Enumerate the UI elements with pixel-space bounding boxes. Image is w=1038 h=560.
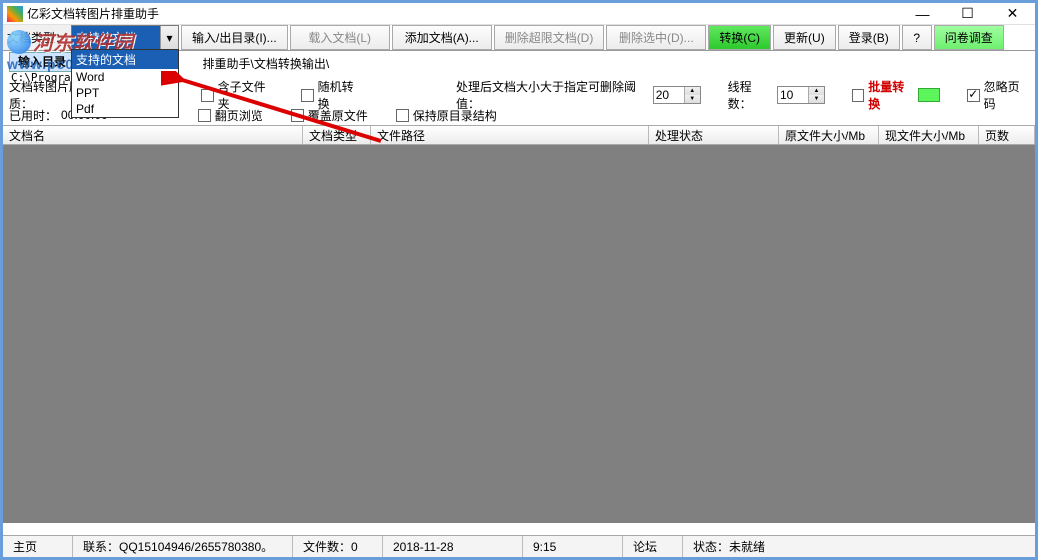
batch-indicator-icon — [918, 88, 941, 102]
keep-struct-checkbox[interactable] — [396, 109, 409, 122]
col-pages[interactable]: 页数 — [979, 126, 1035, 144]
col-name[interactable]: 文档名 — [3, 126, 303, 144]
spin-up-icon[interactable]: ▲ — [808, 87, 824, 95]
doc-type-label: 文档类型： — [3, 25, 71, 50]
delete-selected-button[interactable]: 删除选中(D)... — [606, 25, 706, 50]
chevron-down-icon[interactable]: ▾ — [160, 26, 178, 49]
convert-button[interactable]: 转换(C) — [708, 25, 771, 50]
status-time: 9:15 — [523, 536, 623, 557]
ignore-page-label: 忽略页码 — [984, 78, 1029, 112]
io-dir-button[interactable]: 输入/出目录(I)... — [181, 25, 288, 50]
login-button[interactable]: 登录(B) — [838, 25, 900, 50]
doc-type-dropdown[interactable]: 支持的文档 ▾ 支持的文档 Word PPT Pdf — [71, 25, 179, 50]
input-dir-label[interactable]: 输入目录 — [9, 52, 75, 72]
app-icon — [7, 6, 23, 22]
titlebar: 亿彩文档转图片排重助手 — ☐ ✕ — [3, 3, 1035, 25]
col-type[interactable]: 文档类型 — [303, 126, 371, 144]
subfolder-checkbox[interactable] — [201, 89, 213, 102]
close-button[interactable]: ✕ — [990, 3, 1035, 25]
table-header: 文档名 文档类型 文件路径 处理状态 原文件大小/Mb 现文件大小/Mb 页数 — [3, 125, 1035, 145]
overwrite-label: 覆盖原文件 — [308, 107, 368, 124]
spin-up-icon[interactable]: ▲ — [684, 87, 700, 95]
delete-oversize-button[interactable]: 删除超限文档(D) — [494, 25, 605, 50]
table-body[interactable] — [3, 145, 1035, 523]
random-conv-checkbox[interactable] — [301, 89, 313, 102]
status-file-count: 文件数：0 — [293, 536, 383, 557]
size-threshold-spinner[interactable]: 20 ▲▼ — [653, 86, 701, 104]
output-path-suffix: 排重助手\文档转换输出\ — [202, 55, 329, 72]
batch-conv-checkbox[interactable] — [852, 89, 864, 102]
dropdown-item[interactable]: Pdf — [72, 101, 178, 117]
col-orig-size[interactable]: 原文件大小/Mb — [779, 126, 879, 144]
help-button[interactable]: ? — [902, 25, 932, 50]
add-docs-button[interactable]: 添加文档(A)... — [392, 25, 492, 50]
window-title: 亿彩文档转图片排重助手 — [27, 5, 900, 22]
status-date: 2018-11-28 — [383, 536, 523, 557]
dropdown-selected: 支持的文档 — [72, 26, 160, 49]
toolbar: 文档类型： 支持的文档 ▾ 支持的文档 Word PPT Pdf 输入/出目录(… — [3, 25, 1035, 51]
maximize-button[interactable]: ☐ — [945, 3, 990, 25]
status-state: 状态：未就绪 — [683, 536, 1035, 557]
dropdown-list: 支持的文档 Word PPT Pdf — [71, 49, 179, 118]
spin-down-icon[interactable]: ▼ — [684, 95, 700, 103]
app-window: 亿彩文档转图片排重助手 — ☐ ✕ 河东软件园 www.pc0359.cn 文档… — [0, 0, 1038, 560]
keep-struct-label: 保持原目录结构 — [413, 107, 497, 124]
minimize-button[interactable]: — — [900, 3, 945, 25]
size-threshold-value[interactable]: 20 — [654, 87, 684, 103]
load-docs-button[interactable]: 载入文档(L) — [290, 25, 390, 50]
threads-value[interactable]: 10 — [778, 87, 808, 103]
status-forum[interactable]: 论坛 — [623, 536, 683, 557]
batch-conv-label: 批量转换 — [868, 78, 913, 112]
statusbar: 主页 联系：QQ15104946/2655780380。 文件数：0 2018-… — [3, 535, 1035, 557]
ignore-page-checkbox[interactable] — [967, 89, 979, 102]
dropdown-item[interactable]: PPT — [72, 85, 178, 101]
flip-preview-checkbox[interactable] — [198, 109, 211, 122]
col-new-size[interactable]: 现文件大小/Mb — [879, 126, 979, 144]
overwrite-checkbox[interactable] — [291, 109, 304, 122]
status-home[interactable]: 主页 — [3, 536, 73, 557]
spin-down-icon[interactable]: ▼ — [808, 95, 824, 103]
status-contact: 联系：QQ15104946/2655780380。 — [73, 536, 293, 557]
flip-preview-label: 翻页浏览 — [215, 107, 263, 124]
update-button[interactable]: 更新(U) — [773, 25, 836, 50]
threads-spinner[interactable]: 10 ▲▼ — [777, 86, 825, 104]
dropdown-item[interactable]: Word — [72, 69, 178, 85]
dropdown-item[interactable]: 支持的文档 — [72, 50, 178, 69]
col-status[interactable]: 处理状态 — [649, 126, 779, 144]
threads-label: 线程数： — [728, 78, 773, 112]
elapsed-label: 已用时： — [9, 107, 57, 124]
col-path[interactable]: 文件路径 — [371, 126, 649, 144]
survey-button[interactable]: 问卷调查 — [934, 25, 1004, 50]
